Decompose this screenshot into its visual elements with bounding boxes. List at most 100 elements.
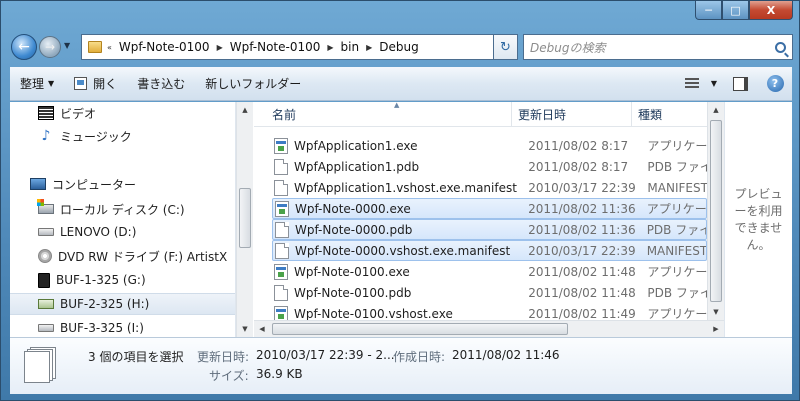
sidebar-item-buf-1[interactable]: BUF-1-325 (G:): [10, 269, 235, 291]
forward-arrow-icon: →: [44, 40, 56, 54]
new-folder-button[interactable]: 新しいフォルダー: [195, 67, 311, 100]
table-row[interactable]: Wpf-Note-0000.pdb 2011/08/02 11:36 PDB ファイ…: [272, 219, 707, 240]
folder-icon: [88, 41, 102, 53]
file-name: Wpf-Note-0100.pdb: [294, 285, 412, 300]
breadcrumb-item[interactable]: bin: [335, 40, 366, 54]
scroll-up-icon[interactable]: ▲: [237, 102, 253, 118]
document-file-icon: [274, 179, 288, 196]
view-dropdown-button[interactable]: ▼: [706, 67, 722, 100]
application-file-icon: [274, 137, 288, 154]
file-name: Wpf-Note-0000.vshost.exe.manifest: [295, 243, 511, 258]
breadcrumb-item[interactable]: Wpf-Note-0100: [224, 40, 327, 54]
open-label: 開く: [93, 77, 118, 91]
breadcrumb-item[interactable]: Debug: [373, 40, 424, 54]
table-row[interactable]: WpfApplication1.vshost.exe.manifest 2010/…: [272, 177, 707, 198]
view-list-icon: [685, 77, 699, 90]
column-header-label: 種類: [638, 108, 663, 122]
organize-button[interactable]: 整理 ▼: [10, 67, 64, 100]
sidebar-item-label: コンピューター: [52, 177, 137, 192]
sidebar-item-lenovo[interactable]: LENOVO (D:): [10, 221, 235, 243]
close-button[interactable]: X: [749, 1, 793, 20]
change-view-button[interactable]: [678, 67, 706, 100]
breadcrumb-separator-icon[interactable]: ▶: [326, 43, 334, 52]
scroll-up-icon[interactable]: ▲: [708, 102, 724, 118]
forward-button[interactable]: →: [39, 36, 61, 58]
navigation-bar: ← → ▼ « Wpf-Note-0100 ▶ Wpf-Note-0100 ▶ …: [9, 31, 793, 61]
table-row[interactable]: Wpf-Note-0100.exe 2011/08/02 11:48 アプリケーショ…: [272, 261, 707, 282]
sidebar-item-computer[interactable]: コンピューター: [10, 173, 235, 195]
breadcrumb-item[interactable]: Wpf-Note-0100: [113, 40, 216, 54]
history-dropdown-icon[interactable]: ▼: [64, 41, 70, 50]
navigation-scrollbar[interactable]: ▲ ▼: [236, 102, 253, 337]
refresh-button[interactable]: ↻: [493, 34, 518, 60]
file-date: 2011/08/02 8:17: [528, 159, 629, 174]
column-header-label: 更新日時: [518, 108, 567, 122]
preview-pane: プレビューを利用できません。: [724, 102, 792, 337]
address-bar[interactable]: « Wpf-Note-0100 ▶ Wpf-Note-0100 ▶ bin ▶ …: [81, 34, 518, 60]
sidebar-item-label: DVD RW ドライブ (F:) ArtistX: [58, 249, 228, 264]
sidebar-item-videos[interactable]: ビデオ: [10, 102, 235, 124]
back-button[interactable]: ←: [11, 34, 37, 60]
scroll-thumb[interactable]: [239, 188, 251, 248]
breadcrumb-separator-icon[interactable]: ▶: [365, 43, 373, 52]
search-box[interactable]: Debugの検索: [523, 34, 793, 60]
file-name: Wpf-Note-0100.vshost.exe: [294, 306, 453, 321]
navigation-pane: ビデオ ♪ ミュージック コンピューター ローカル ディスク (C:) LENO…: [10, 102, 236, 337]
document-file-icon: [274, 158, 288, 175]
maximize-button[interactable]: □: [722, 1, 749, 20]
toolbar-right: ▼ ?: [678, 67, 792, 100]
file-list-horizontal-scrollbar[interactable]: ◀ ▶: [254, 320, 724, 337]
help-button[interactable]: ?: [758, 67, 792, 100]
scroll-down-icon[interactable]: ▼: [708, 304, 724, 320]
file-list-vertical-scrollbar[interactable]: ▲ ▼: [707, 102, 724, 320]
dvd-icon: [38, 249, 52, 263]
table-row[interactable]: WpfApplication1.exe 2011/08/02 8:17 アプリケーシ…: [272, 135, 707, 156]
content-area: ビデオ ♪ ミュージック コンピューター ローカル ディスク (C:) LENO…: [10, 102, 792, 337]
file-name-cell: WpfApplication1.pdb: [272, 158, 528, 175]
sidebar-item-label: BUF-3-325 (I:): [60, 321, 144, 335]
file-date: 2011/08/02 11:36: [528, 201, 636, 216]
document-file-icon: [275, 221, 289, 238]
file-name-cell: Wpf-Note-0100.exe: [272, 263, 528, 280]
sidebar-item-music[interactable]: ♪ ミュージック: [10, 125, 235, 147]
file-name-cell: Wpf-Note-0100.pdb: [272, 284, 528, 301]
table-row[interactable]: Wpf-Note-0000.vshost.exe.manifest 2010/03…: [272, 240, 707, 261]
file-date: 2011/08/02 8:17: [528, 138, 629, 153]
table-row[interactable]: WpfApplication1.pdb 2011/08/02 8:17 PDB ファ…: [272, 156, 707, 177]
scroll-right-icon[interactable]: ▶: [708, 321, 724, 337]
scroll-thumb[interactable]: [710, 120, 722, 302]
organize-label: 整理: [20, 77, 45, 91]
video-icon: [38, 106, 54, 120]
search-icon[interactable]: [775, 41, 786, 53]
scroll-thumb[interactable]: [272, 323, 568, 335]
breadcrumb-overflow-icon[interactable]: «: [106, 43, 113, 52]
preview-unavailable-text: プレビューを利用できません。: [734, 186, 783, 252]
file-type: MANIFEST: [646, 243, 706, 258]
help-icon: ?: [766, 75, 784, 92]
computer-icon: [30, 178, 46, 190]
open-icon: [74, 77, 88, 90]
column-header-label: 名前: [272, 108, 297, 122]
sidebar-item-buf-2[interactable]: BUF-2-325 (H:): [10, 293, 235, 315]
table-row[interactable]: Wpf-Note-0000.exe 2011/08/02 11:36 アプリケーショ…: [272, 198, 707, 219]
table-row[interactable]: Wpf-Note-0100.pdb 2011/08/02 11:48 PDB ファイ…: [272, 282, 707, 303]
burn-button[interactable]: 書き込む: [127, 67, 195, 100]
breadcrumb-separator-icon[interactable]: ▶: [216, 43, 224, 52]
file-name: Wpf-Note-0100.exe: [294, 264, 410, 279]
created-label: 作成日時:: [393, 350, 446, 364]
column-header-name[interactable]: ▲ 名前: [254, 102, 512, 127]
chevron-down-icon: ▼: [48, 79, 55, 88]
file-type: PDB ファイル: [647, 286, 707, 300]
scroll-left-icon[interactable]: ◀: [254, 321, 270, 337]
scroll-down-icon[interactable]: ▼: [237, 321, 253, 337]
column-header-date[interactable]: 更新日時: [512, 102, 632, 127]
sidebar-item-buf-3[interactable]: BUF-3-325 (I:): [10, 317, 235, 337]
open-button[interactable]: 開く: [64, 67, 127, 100]
minimize-button[interactable]: ─: [695, 1, 722, 20]
column-header-type[interactable]: 種類: [632, 102, 707, 127]
file-type: アプリケーション: [647, 139, 707, 153]
sidebar-item-dvd[interactable]: DVD RW ドライブ (F:) ArtistX: [10, 245, 235, 267]
preview-pane-button[interactable]: [722, 67, 758, 100]
search-input[interactable]: Debugの検索: [530, 39, 605, 56]
sidebar-item-local-disk[interactable]: ローカル ディスク (C:): [10, 198, 235, 220]
